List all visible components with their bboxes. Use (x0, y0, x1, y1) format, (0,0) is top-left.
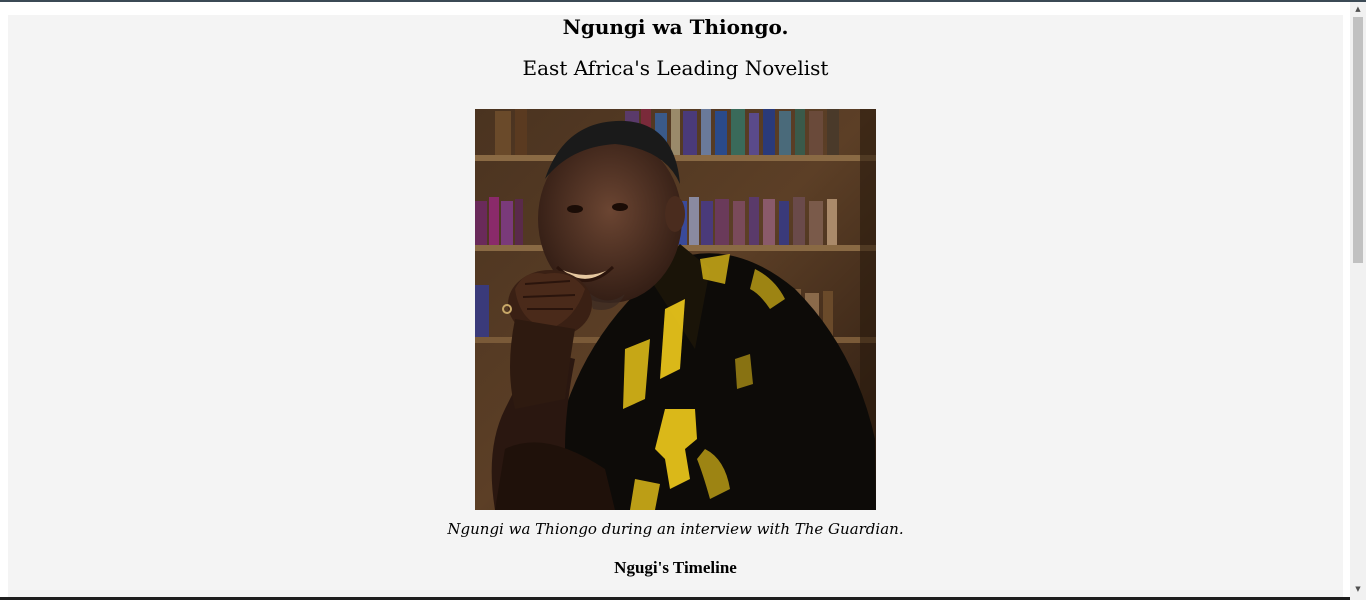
page-content: Ngungi wa Thiongo. East Africa's Leading… (8, 15, 1343, 600)
vertical-scrollbar[interactable]: ▲ ▼ (1350, 2, 1366, 600)
scrollbar-thumb[interactable] (1353, 17, 1363, 263)
portrait-image (475, 109, 876, 510)
page-title: Ngungi wa Thiongo. (562, 15, 789, 39)
scroll-down-arrow-icon[interactable]: ▼ (1350, 582, 1366, 596)
image-caption: Ngungi wa Thiongo during an interview wi… (447, 520, 904, 538)
section-title-timeline: Ngugi's Timeline (614, 558, 737, 577)
window-top-border (0, 0, 1366, 2)
scroll-up-arrow-icon[interactable]: ▲ (1350, 2, 1366, 16)
portrait-illustration (475, 109, 876, 510)
page-subtitle: East Africa's Leading Novelist (522, 56, 829, 80)
